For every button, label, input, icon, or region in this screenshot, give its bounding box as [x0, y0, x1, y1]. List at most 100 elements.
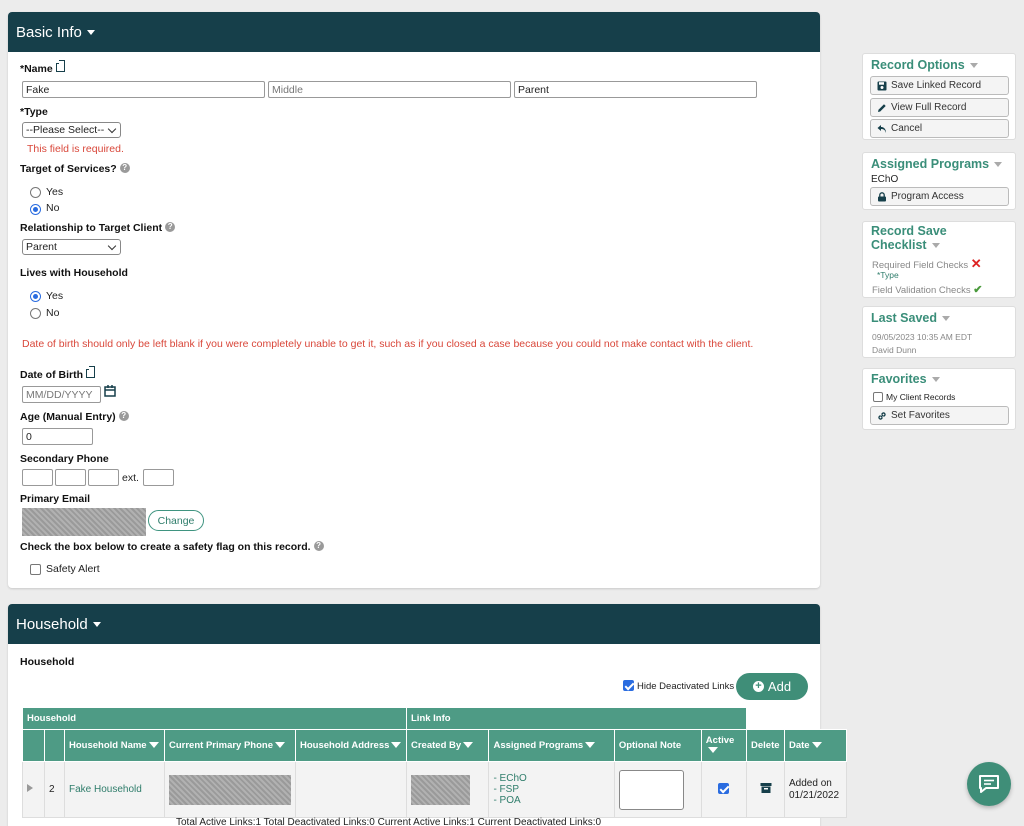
row-created-by — [405, 761, 490, 818]
row-date: Added on 01/21/2022 — [784, 761, 847, 818]
program-access-button[interactable]: Program Access — [870, 187, 1009, 206]
change-email-button[interactable]: Change — [148, 510, 204, 531]
caret-down-icon — [86, 29, 95, 35]
archive-icon[interactable] — [760, 782, 772, 794]
program-item[interactable]: - POA — [493, 795, 609, 806]
my-client-records-checkbox[interactable] — [873, 392, 883, 402]
last-name-input[interactable] — [514, 81, 757, 98]
chat-button[interactable] — [967, 762, 1011, 806]
target-label: Target of Services?? — [20, 163, 130, 175]
table-column-header: Household Name Current Primary Phone Hou… — [22, 729, 847, 762]
note-textarea[interactable] — [618, 769, 684, 810]
calendar-icon[interactable] — [104, 385, 116, 397]
household-subtitle: Household — [20, 656, 75, 668]
age-label: Age (Manual Entry)? — [20, 411, 129, 423]
first-name-input[interactable] — [22, 81, 265, 98]
col-expand — [22, 729, 45, 762]
email-redacted — [22, 508, 146, 536]
col-active[interactable]: Active — [700, 729, 748, 762]
target-no-radio[interactable] — [30, 204, 41, 215]
basic-info-header[interactable]: Basic Info — [8, 12, 820, 52]
help-icon[interactable]: ? — [118, 411, 129, 421]
program-name: EChO — [871, 174, 899, 185]
help-icon[interactable]: ? — [119, 163, 130, 173]
col-date[interactable]: Date — [784, 729, 847, 762]
favorites-card: Favorites My Client Records Set Favorite… — [862, 368, 1016, 430]
totals-text: Total Active Links:1 Total Deactivated L… — [176, 817, 602, 826]
col-household-name[interactable]: Household Name — [64, 729, 165, 762]
phone-label: Secondary Phone — [20, 453, 109, 465]
col-assigned-programs[interactable]: Assigned Programs — [488, 729, 615, 762]
assigned-programs-title[interactable]: Assigned Programs — [871, 157, 1003, 171]
hide-deactivated-checkbox[interactable] — [623, 680, 634, 691]
group-link-info: Link Info — [406, 707, 747, 730]
row-primary-phone — [164, 761, 296, 818]
ext-label: ext. — [122, 472, 139, 484]
last-saved-title[interactable]: Last Saved — [871, 311, 951, 325]
row-household-name[interactable]: Fake Household — [64, 761, 165, 818]
external-link-icon[interactable] — [86, 366, 95, 378]
external-link-icon[interactable] — [55, 60, 65, 72]
type-select-value: --Please Select-- — [26, 124, 105, 136]
lock-icon — [878, 192, 886, 202]
lives-no-label: No — [46, 307, 60, 319]
col-delete: Delete — [746, 729, 785, 762]
record-options-title[interactable]: Record Options — [871, 58, 978, 72]
row-assigned-programs: - EChO - FSP - POA — [488, 761, 615, 818]
add-household-button[interactable]: + Add — [736, 673, 808, 700]
col-primary-phone[interactable]: Current Primary Phone — [164, 729, 296, 762]
help-icon[interactable]: ? — [313, 541, 324, 551]
middle-name-input[interactable] — [268, 81, 511, 98]
caret-down-icon — [994, 162, 1003, 168]
phone-ext-input[interactable] — [143, 469, 174, 486]
dob-note: Date of birth should only be left blank … — [22, 338, 754, 350]
col-num — [44, 729, 65, 762]
sort-icon — [391, 741, 402, 749]
household-table: Household Link Info Household Name Curre… — [22, 707, 847, 818]
favorites-title[interactable]: Favorites — [871, 372, 940, 386]
set-favorites-button[interactable]: Set Favorites — [870, 406, 1009, 425]
creator-redacted — [411, 774, 470, 805]
view-full-record-button[interactable]: View Full Record — [870, 98, 1009, 117]
lives-no-radio[interactable] — [30, 308, 41, 319]
col-created-by[interactable]: Created By — [405, 729, 490, 762]
program-item[interactable]: - FSP — [493, 784, 609, 795]
program-item[interactable]: - EChO — [493, 773, 609, 784]
plus-circle-icon: + — [752, 681, 764, 692]
safety-note: Check the box below to create a safety f… — [20, 541, 324, 553]
required-item-type[interactable]: *Type — [877, 270, 899, 280]
type-label: *Type — [20, 106, 48, 118]
table-group-header: Household Link Info — [22, 707, 847, 730]
safety-alert-checkbox[interactable] — [30, 564, 41, 575]
active-checkbox[interactable] — [718, 782, 730, 794]
phone-line-input[interactable] — [88, 469, 119, 486]
basic-info-title: Basic Info — [16, 23, 82, 41]
chevron-down-icon — [107, 241, 117, 250]
add-label: Add — [767, 679, 792, 694]
save-linked-record-button[interactable]: Save Linked Record — [870, 76, 1009, 95]
target-yes-radio[interactable] — [30, 187, 41, 198]
phone-area-input[interactable] — [22, 469, 53, 486]
household-header[interactable]: Household — [8, 604, 820, 644]
group-household: Household — [22, 707, 407, 730]
undo-icon — [877, 125, 886, 133]
row-active — [700, 761, 748, 818]
cancel-button[interactable]: Cancel — [870, 119, 1009, 138]
sort-icon — [275, 741, 285, 749]
help-icon[interactable]: ? — [165, 222, 176, 232]
table-row: 2 Fake Household - EChO - FSP - POA Adde… — [22, 761, 847, 818]
checklist-title[interactable]: Record Save Checklist — [871, 224, 991, 252]
row-expand[interactable] — [22, 761, 45, 818]
col-address[interactable]: Household Address — [295, 729, 407, 762]
type-select[interactable]: --Please Select-- — [22, 122, 121, 138]
my-client-records-label: My Client Records — [886, 392, 956, 402]
relationship-label: Relationship to Target Client? — [20, 222, 176, 234]
phone-prefix-input[interactable] — [55, 469, 86, 486]
relationship-select[interactable]: Parent — [22, 239, 121, 255]
lives-yes-radio[interactable] — [30, 291, 41, 302]
caret-down-icon — [942, 316, 951, 322]
age-input[interactable] — [22, 428, 93, 445]
relationship-select-value: Parent — [26, 241, 57, 253]
expand-arrow-icon[interactable] — [27, 784, 33, 792]
dob-input[interactable] — [22, 386, 101, 403]
